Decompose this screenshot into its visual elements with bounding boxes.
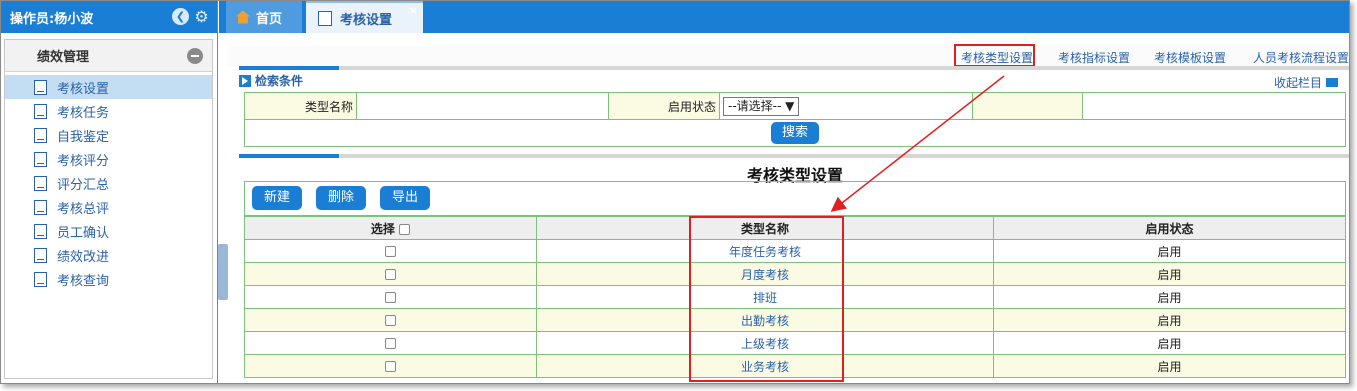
highlight-box bbox=[689, 216, 844, 382]
export-button[interactable]: 导出 bbox=[380, 186, 430, 210]
document-icon bbox=[34, 128, 47, 143]
highlight-box bbox=[954, 44, 1035, 67]
expand-arrow-icon bbox=[239, 74, 251, 87]
status-cell: 启用 bbox=[993, 262, 1346, 286]
sidebar-group-header[interactable]: 绩效管理 bbox=[5, 40, 212, 72]
section-divider bbox=[239, 66, 1349, 70]
column-select: 选择 bbox=[244, 216, 537, 240]
sidebar-item-pingfen-huizong[interactable]: 评分汇总 bbox=[5, 171, 212, 195]
sidebar-item-label: 自我鉴定 bbox=[57, 129, 110, 145]
collapse-icon bbox=[1326, 78, 1338, 87]
settings-links-bar: 考核类型设置 考核指标设置 考核模板设置 人员考核流程设置 bbox=[229, 44, 1349, 67]
list-toolbar: 新建 删除 导出 bbox=[244, 181, 1346, 216]
new-button[interactable]: 新建 bbox=[252, 186, 302, 210]
document-icon bbox=[34, 200, 47, 215]
type-name-label: 类型名称 bbox=[244, 92, 357, 120]
gear-icon[interactable]: ⚙ bbox=[193, 8, 210, 25]
home-icon bbox=[236, 10, 250, 24]
page-icon bbox=[318, 10, 332, 26]
document-icon bbox=[34, 80, 47, 95]
sidebar-item-yuangong-queren[interactable]: 员工确认 bbox=[5, 219, 212, 243]
link-indicator-settings[interactable]: 考核指标设置 bbox=[1058, 49, 1130, 66]
section-divider bbox=[239, 154, 1349, 158]
status-select[interactable]: --请选择-- ▼ bbox=[723, 96, 800, 116]
close-icon[interactable]: × bbox=[409, 4, 418, 17]
collapse-group-icon[interactable] bbox=[187, 48, 203, 64]
main-content: 考核类型设置 考核指标设置 考核模板设置 人员考核流程设置 检索条件 收起栏目 … bbox=[229, 36, 1349, 383]
status-label: 启用状态 bbox=[608, 92, 720, 120]
link-template-settings[interactable]: 考核模板设置 bbox=[1154, 49, 1226, 66]
sidebar-collapse-handle[interactable] bbox=[218, 244, 228, 300]
row-checkbox[interactable] bbox=[385, 361, 396, 372]
search-button[interactable]: 搜索 bbox=[771, 122, 819, 144]
tab-label: 考核设置 bbox=[340, 12, 393, 28]
document-icon bbox=[34, 248, 47, 263]
status-cell: 启用 bbox=[993, 239, 1346, 263]
delete-button[interactable]: 删除 bbox=[316, 186, 366, 210]
select-all-checkbox[interactable] bbox=[399, 223, 411, 235]
sidebar-item-kaohe-renwu[interactable]: 考核任务 bbox=[5, 99, 212, 123]
document-icon bbox=[34, 272, 47, 287]
tab-bar: 首页 考核设置 × bbox=[219, 1, 1349, 33]
sidebar-item-label: 考核设置 bbox=[57, 81, 110, 97]
sidebar-item-kaohe-chaxun[interactable]: 考核查询 bbox=[5, 267, 212, 291]
row-checkbox[interactable] bbox=[385, 292, 396, 303]
document-icon bbox=[34, 176, 47, 191]
status-cell: 启用 bbox=[993, 354, 1346, 378]
sidebar-item-kaohe-zongping[interactable]: 考核总评 bbox=[5, 195, 212, 219]
sidebar-item-kaohe-shezhi[interactable]: 考核设置 bbox=[5, 75, 212, 99]
status-cell: 启用 bbox=[993, 308, 1346, 332]
back-icon[interactable]: ❮ bbox=[172, 8, 189, 25]
sidebar-item-label: 员工确认 bbox=[57, 225, 110, 241]
sidebar-item-label: 考核评分 bbox=[57, 153, 110, 169]
search-form: 类型名称 启用状态 --请选择-- ▼ 搜索 bbox=[244, 92, 1346, 147]
operator-label: 操作员:杨小波 bbox=[10, 11, 94, 27]
type-name-input[interactable] bbox=[356, 92, 609, 120]
tab-kaohe-shezhi[interactable]: 考核设置 × bbox=[306, 1, 423, 33]
search-section-title: 检索条件 bbox=[239, 72, 303, 89]
tab-home[interactable]: 首页 bbox=[226, 1, 302, 33]
app-window: 操作员:杨小波 ❮ ⚙ 绩效管理 考核设置 考核任务 自我鉴定 考核评分 评分汇… bbox=[0, 0, 1350, 384]
sidebar-group-title: 绩效管理 bbox=[37, 50, 90, 65]
document-icon bbox=[34, 224, 47, 239]
row-checkbox[interactable] bbox=[385, 338, 396, 349]
link-process-settings[interactable]: 人员考核流程设置 bbox=[1253, 49, 1349, 66]
sidebar-panel: 绩效管理 考核设置 考核任务 自我鉴定 考核评分 评分汇总 考核总评 员工确认 … bbox=[4, 39, 213, 379]
sidebar: 操作员:杨小波 ❮ ⚙ 绩效管理 考核设置 考核任务 自我鉴定 考核评分 评分汇… bbox=[1, 1, 218, 383]
sidebar-item-label: 考核总评 bbox=[57, 201, 110, 217]
sidebar-item-kaohe-pingfen[interactable]: 考核评分 bbox=[5, 147, 212, 171]
row-checkbox[interactable] bbox=[385, 246, 396, 257]
tab-label: 首页 bbox=[256, 11, 283, 27]
sidebar-item-label: 绩效改进 bbox=[57, 249, 110, 265]
collapse-section-link[interactable]: 收起栏目 bbox=[1274, 74, 1338, 91]
status-cell: 启用 bbox=[993, 331, 1346, 355]
document-icon bbox=[34, 152, 47, 167]
sidebar-item-jixiao-gaijin[interactable]: 绩效改进 bbox=[5, 243, 212, 267]
operator-header: 操作员:杨小波 ❮ ⚙ bbox=[1, 1, 217, 33]
sidebar-item-label: 考核任务 bbox=[57, 105, 110, 121]
status-cell: 启用 bbox=[993, 285, 1346, 309]
document-icon bbox=[34, 104, 47, 119]
column-status: 启用状态 bbox=[993, 216, 1346, 240]
sidebar-item-label: 考核查询 bbox=[57, 273, 110, 289]
row-checkbox[interactable] bbox=[385, 315, 396, 326]
sidebar-item-ziwo-jianding[interactable]: 自我鉴定 bbox=[5, 123, 212, 147]
sidebar-item-label: 评分汇总 bbox=[57, 177, 110, 193]
row-checkbox[interactable] bbox=[385, 269, 396, 280]
